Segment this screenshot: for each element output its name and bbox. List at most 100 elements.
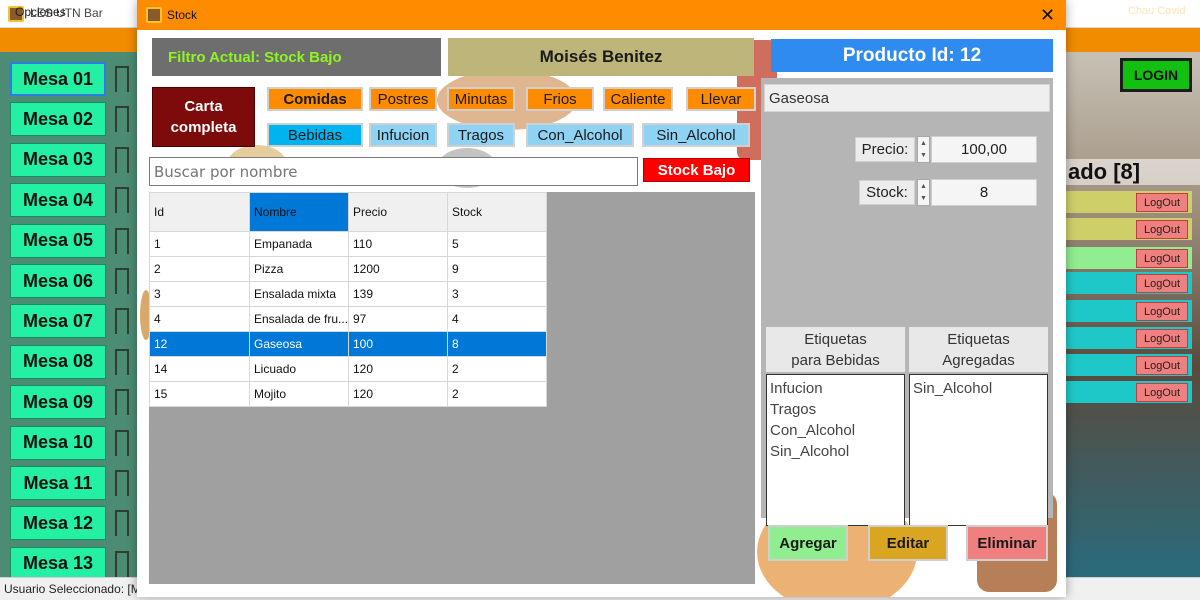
table-cell[interactable]: Licuado [249,356,349,382]
table-cell[interactable]: 110 [348,231,448,257]
mesa-button[interactable]: Mesa 05 [10,223,106,258]
column-header-id[interactable]: Id [149,192,250,232]
logout-button[interactable]: LogOut [1136,329,1188,348]
table-cell[interactable]: 4 [447,306,547,332]
precio-field[interactable]: 100,00 [931,136,1037,163]
mesa-button[interactable]: Mesa 08 [10,344,106,379]
table-cell[interactable]: 97 [348,306,448,332]
table-cell[interactable]: 100 [348,331,448,357]
table-cell[interactable]: 15 [149,381,250,407]
table-cell[interactable]: 4 [149,306,250,332]
tag-list-item[interactable]: Infucion [770,378,901,399]
logout-button[interactable]: LogOut [1136,302,1188,321]
product-table[interactable]: Id Nombre Precio Stock 1 Empanada 110 5 2 Pizza 1… [149,192,547,407]
agregar-button[interactable]: Agregar [768,525,848,561]
logout-button[interactable]: LogOut [1136,274,1188,293]
category-button-minutas[interactable]: Minutas [447,87,515,111]
category-button-infucion[interactable]: Infucion [369,123,437,147]
logout-button[interactable]: LogOut [1136,383,1188,402]
table-row[interactable]: 4 Ensalada de fru... 97 4 [149,306,547,332]
table-row[interactable]: 2 Pizza 1200 9 [149,256,547,282]
stock-titlebar[interactable] [137,0,1066,30]
mesa-button[interactable]: Mesa 07 [10,304,106,339]
table-cell[interactable]: 3 [447,281,547,307]
table-row[interactable]: 15 Mojito 120 2 [149,381,547,407]
category-button-con_alcohol[interactable]: Con_Alcohol [526,123,634,147]
table-cell[interactable]: Gaseosa [249,331,349,357]
category-button-comidas[interactable]: Comidas [267,87,363,111]
table-cell[interactable]: 14 [149,356,250,382]
chair-icon [115,66,129,92]
table-cell[interactable]: Mojito [249,381,349,407]
table-cell[interactable]: 120 [348,381,448,407]
mesa-button[interactable]: Mesa 06 [10,264,106,298]
category-button-sin_alcohol[interactable]: Sin_Alcohol [642,123,750,147]
tag-list-item[interactable]: Tragos [770,399,901,420]
logout-button[interactable]: LogOut [1136,193,1188,212]
available-tags-list[interactable]: Infucion Tragos Con_Alcohol Sin_Alcohol [766,374,905,526]
eliminar-button[interactable]: Eliminar [966,525,1048,561]
product-grid[interactable]: Id Nombre Precio Stock 1 Empanada 110 5 2 Pizza 1… [149,192,755,584]
mesa-button[interactable]: Mesa 01 [10,62,106,96]
table-cell[interactable]: 12 [149,331,250,357]
mesa-button[interactable]: Mesa 03 [10,142,106,177]
table-cell[interactable]: 9 [447,256,547,282]
tag-list-item[interactable]: Con_Alcohol [770,420,901,441]
category-button-postres[interactable]: Postres [369,87,437,111]
logout-button[interactable]: LogOut [1136,249,1188,268]
mesa-button[interactable]: Mesa 12 [10,506,106,541]
logout-button[interactable]: LogOut [1136,220,1188,239]
column-header-nombre[interactable]: Nombre [249,192,349,232]
table-cell[interactable]: Pizza [249,256,349,282]
category-button-bebidas[interactable]: Bebidas [267,123,363,147]
product-name-field[interactable]: Gaseosa [764,84,1050,112]
mesa-button[interactable]: Mesa 09 [10,385,106,420]
category-button-tragos[interactable]: Tragos [447,123,515,147]
table-row[interactable]: 3 Ensalada mixta 139 3 [149,281,547,307]
stock-bajo-button[interactable]: Stock Bajo [643,158,750,182]
category-button-caliente[interactable]: Caliente [603,87,673,111]
chevron-up-icon[interactable]: ▲ [920,140,927,147]
column-header-precio[interactable]: Precio [348,192,448,232]
table-cell[interactable]: 1 [149,231,250,257]
menu-opciones[interactable]: Opciones [15,5,66,19]
mesa-button[interactable]: Mesa 11 [10,466,106,500]
chevron-up-icon[interactable]: ▲ [920,183,927,190]
table-cell[interactable]: 1200 [348,256,448,282]
table-cell[interactable]: 2 [447,356,547,382]
carta-completa-button[interactable]: Carta completa [152,87,255,147]
tag-list-item[interactable]: Sin_Alcohol [913,378,1044,399]
table-cell[interactable]: 5 [447,231,547,257]
login-button[interactable]: LOGIN [1120,58,1192,92]
table-cell[interactable]: 139 [348,281,448,307]
tag-list-item[interactable]: Sin_Alcohol [770,441,901,462]
table-cell[interactable]: 2 [149,256,250,282]
table-cell[interactable]: 8 [447,331,547,357]
table-cell[interactable]: 3 [149,281,250,307]
table-row[interactable]: 12 Gaseosa 100 8 [149,331,547,357]
editar-button[interactable]: Editar [868,525,948,561]
column-header-stock[interactable]: Stock [447,192,547,232]
table-cell[interactable]: 2 [447,381,547,407]
mesa-button[interactable]: Mesa 04 [10,183,106,218]
category-button-llevar[interactable]: Llevar [686,87,756,111]
stock-field[interactable]: 8 [931,179,1037,206]
table-cell[interactable]: Ensalada de fru... [249,306,349,332]
mesa-button[interactable]: Mesa 10 [10,425,106,460]
table-row[interactable]: 1 Empanada 110 5 [149,231,547,257]
table-row[interactable]: 14 Licuado 120 2 [149,356,547,382]
close-icon[interactable]: ✕ [1040,5,1055,26]
table-cell[interactable]: Ensalada mixta [249,281,349,307]
chevron-down-icon[interactable]: ▼ [920,195,927,202]
search-input[interactable] [149,157,638,186]
precio-spinner[interactable]: ▲ ▼ [917,136,930,163]
table-cell[interactable]: Empanada [249,231,349,257]
mesa-button[interactable]: Mesa 02 [10,102,106,137]
stock-spinner[interactable]: ▲ ▼ [917,179,930,206]
chevron-down-icon[interactable]: ▼ [920,152,927,159]
category-button-frios[interactable]: Frios [526,87,594,111]
logout-button[interactable]: LogOut [1136,356,1188,375]
table-cell[interactable]: 120 [348,356,448,382]
mesa-button[interactable]: Mesa 13 [10,546,106,577]
added-tags-list[interactable]: Sin_Alcohol [909,374,1048,526]
